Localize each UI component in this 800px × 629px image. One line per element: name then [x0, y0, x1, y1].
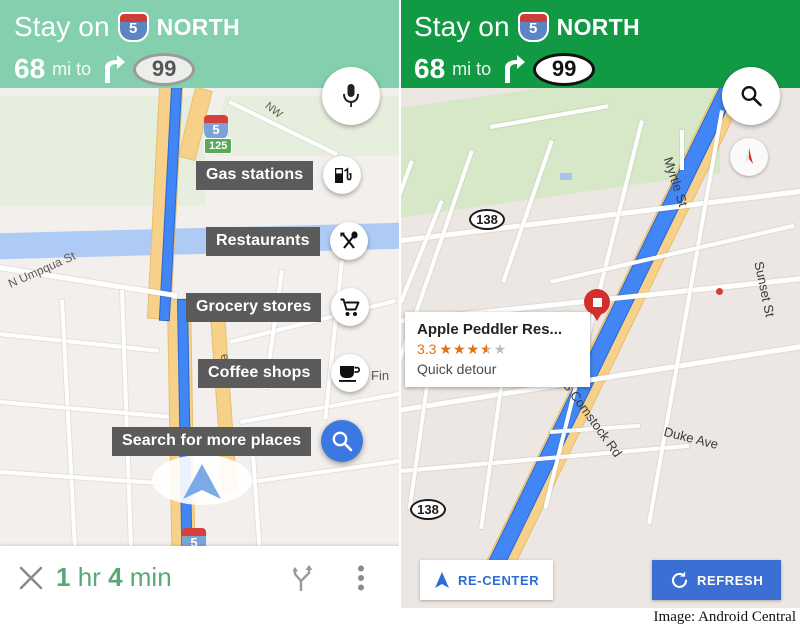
- chip-coffee-shops[interactable]: Coffee shops: [198, 354, 369, 392]
- star-rating: ★★★★★ ★★★★★: [439, 341, 508, 357]
- gas-pump-icon[interactable]: [323, 156, 362, 194]
- recenter-label: RE-CENTER: [458, 572, 540, 588]
- cart-glyph: [340, 298, 360, 316]
- refresh-icon: [671, 571, 688, 588]
- exit-badge: 125: [204, 138, 233, 154]
- poi-dot[interactable]: [716, 288, 723, 295]
- route-fork-icon[interactable]: [293, 564, 319, 592]
- eta-text: 1 hr 4 min: [56, 562, 172, 593]
- left-phone-panel: N Umpqua St NW Fin ello 5 125 5: [0, 0, 400, 608]
- close-icon[interactable]: [18, 565, 44, 591]
- direction-label: NORTH: [556, 13, 640, 40]
- chip-label: Gas stations: [196, 160, 314, 190]
- microphone-icon: [343, 84, 359, 107]
- interstate-shield-icon: 5: [517, 12, 549, 42]
- more-vertical-icon[interactable]: [357, 565, 365, 591]
- navigation-arrow-icon: [435, 571, 449, 588]
- fork-spoon-glyph: [339, 231, 358, 249]
- interstate-shield-icon: 5: [117, 12, 149, 42]
- panel-divider: [399, 0, 401, 608]
- footer: Image: Android Central: [0, 608, 800, 629]
- compass-control[interactable]: [730, 138, 768, 176]
- next-road-shield: 99: [533, 52, 596, 86]
- rating-row: 3.3 ★★★★★ ★★★★★: [417, 341, 578, 357]
- direction-label: NORTH: [156, 13, 240, 40]
- screenshot-root: N Umpqua St NW Fin ello 5 125 5: [0, 0, 800, 629]
- search-fab[interactable]: [321, 420, 364, 462]
- street: [680, 130, 684, 170]
- navigation-arrow-icon: [183, 464, 221, 499]
- compass-needle-icon: [745, 148, 753, 164]
- left-bottom-bar: 1 hr 4 min: [0, 546, 400, 608]
- shield-number: 5: [528, 20, 538, 37]
- recenter-button[interactable]: RE-CENTER: [420, 560, 554, 600]
- turn-right-icon: [505, 55, 526, 83]
- chip-restaurants[interactable]: Restaurants: [206, 222, 368, 260]
- gas-pump-glyph: [334, 167, 352, 183]
- search-fab[interactable]: [722, 67, 780, 125]
- search-icon: [332, 431, 353, 452]
- chip-search-more-places[interactable]: Search for more places: [112, 420, 364, 462]
- place-info-card[interactable]: Apple Peddler Res... 3.3 ★★★★★ ★★★★★ Qui…: [405, 312, 590, 387]
- eta-minutes: 4: [108, 561, 123, 592]
- distance-unit: mi to: [452, 58, 492, 79]
- place-name: Apple Peddler Res...: [417, 321, 563, 338]
- search-icon: [741, 86, 762, 107]
- fork-spoon-icon[interactable]: [329, 222, 368, 260]
- coffee-glyph: [339, 366, 361, 382]
- stay-on-label: Stay on: [414, 11, 510, 42]
- street: [323, 260, 344, 420]
- street: [479, 380, 504, 530]
- distance-value: 68: [14, 53, 46, 84]
- eta-hr-unit: hr: [77, 561, 101, 592]
- poi-building: [560, 173, 572, 180]
- chip-label: Search for more places: [112, 426, 312, 456]
- next-road-shield: 99: [133, 52, 196, 86]
- eta-hours: 1: [56, 561, 71, 592]
- highway-shield-i5: 5: [203, 115, 229, 140]
- chip-label: Coffee shops: [198, 358, 321, 388]
- eta-min-unit: min: [129, 561, 172, 592]
- distance-unit: mi to: [52, 58, 92, 79]
- voice-search-fab[interactable]: [322, 67, 380, 125]
- coffee-cup-icon[interactable]: [330, 354, 369, 392]
- image-credit: Image: Android Central: [653, 609, 796, 625]
- street-label: Fin: [371, 368, 390, 383]
- turn-right-icon: [105, 55, 126, 83]
- detour-label: Quick detour: [417, 361, 497, 377]
- route-shield-138: 138: [410, 499, 446, 520]
- rating-value: 3.3: [417, 341, 437, 357]
- street: [0, 470, 160, 486]
- stay-on-label: Stay on: [14, 11, 110, 42]
- header-line-1: Stay on 5 NORTH: [414, 6, 786, 48]
- chip-grocery-stores[interactable]: Grocery stores: [186, 288, 370, 326]
- street: [0, 330, 160, 353]
- right-phone-panel: Myrtle St Sunset St S Comstock Rd Duke A…: [400, 0, 800, 608]
- chip-gas-stations[interactable]: Gas stations: [196, 156, 362, 194]
- street: [60, 299, 78, 550]
- distance-value: 68: [414, 53, 446, 84]
- shield-number: 5: [212, 122, 220, 137]
- chip-label: Grocery stores: [186, 292, 322, 322]
- header-line-1: Stay on 5 NORTH: [14, 6, 386, 48]
- street: [240, 390, 400, 424]
- refresh-button[interactable]: REFRESH: [652, 560, 782, 600]
- shopping-cart-icon[interactable]: [331, 288, 370, 326]
- street-label: Sunset St: [751, 260, 778, 319]
- chip-label: Restaurants: [206, 226, 320, 256]
- refresh-label: REFRESH: [697, 572, 764, 588]
- route-shield-138: 138: [469, 209, 505, 230]
- shield-number: 5: [128, 20, 138, 37]
- street: [0, 400, 170, 419]
